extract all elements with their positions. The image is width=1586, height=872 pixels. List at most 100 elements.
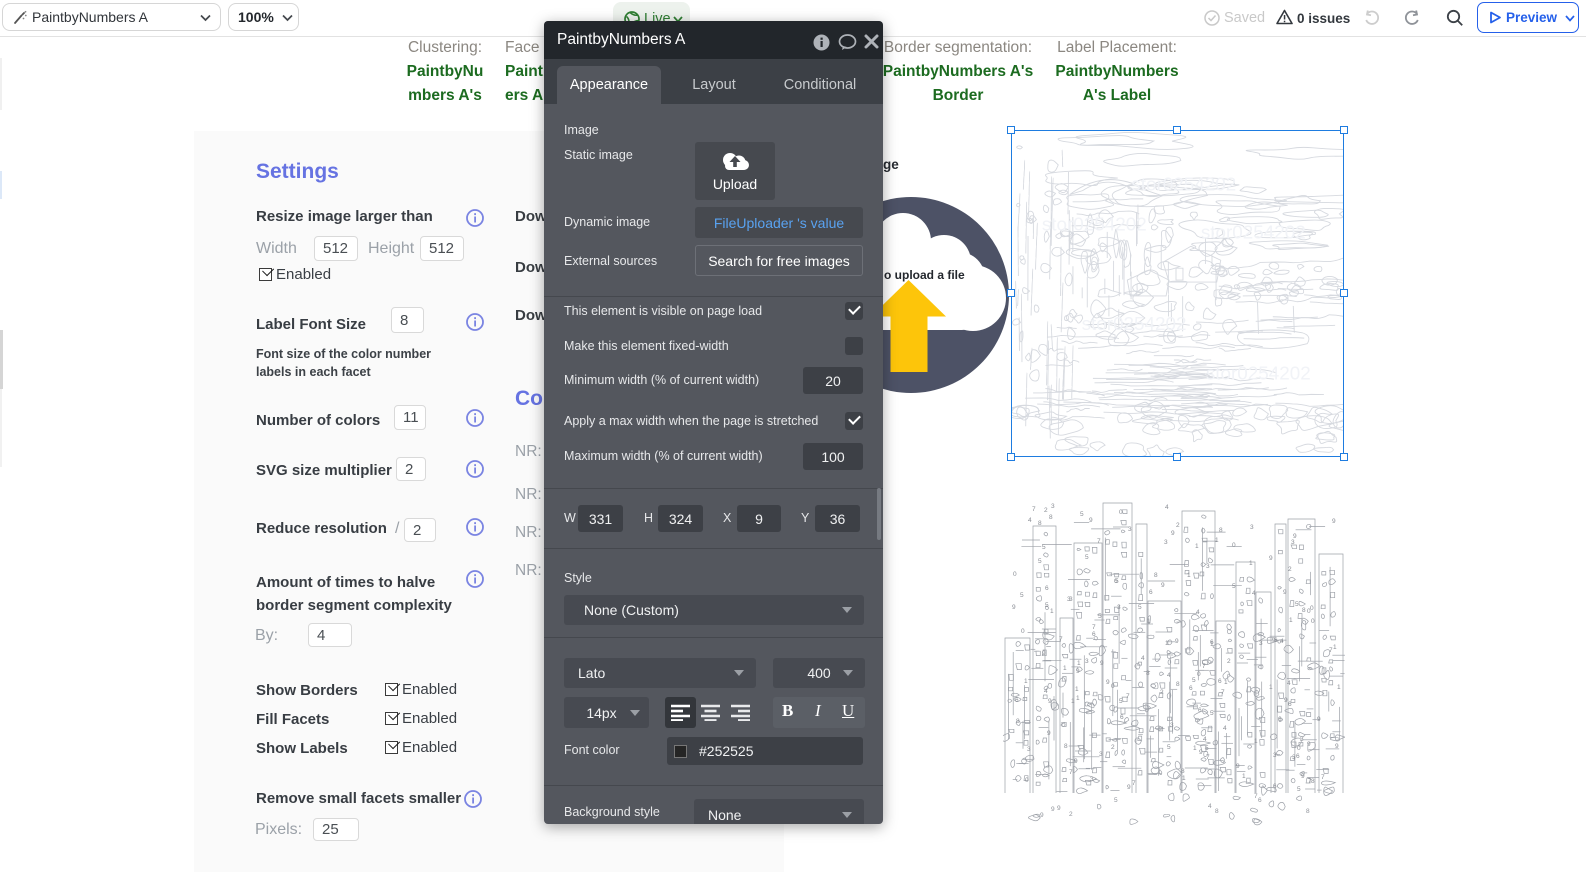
- svg-text:1: 1: [1249, 560, 1253, 567]
- svg-text:9: 9: [1332, 518, 1336, 525]
- svg-text:9: 9: [1051, 806, 1055, 813]
- svg-text:6: 6: [1149, 589, 1153, 596]
- svg-text:5: 5: [1038, 558, 1042, 565]
- svg-text:7: 7: [1097, 538, 1101, 545]
- svg-text:6: 6: [1218, 678, 1222, 685]
- svg-text:7: 7: [1132, 780, 1136, 787]
- svg-text:4: 4: [1196, 609, 1200, 616]
- svg-text:stor0254202: stor0254202: [1082, 314, 1187, 335]
- svg-text:4: 4: [1167, 672, 1171, 679]
- svg-text:9: 9: [1171, 530, 1175, 537]
- svg-text:7: 7: [1202, 663, 1206, 670]
- svg-text:8: 8: [1306, 808, 1310, 815]
- svg-text:1: 1: [1195, 543, 1199, 550]
- svg-text:3: 3: [1099, 751, 1103, 758]
- svg-text:3: 3: [1170, 722, 1174, 729]
- svg-text:9: 9: [1047, 730, 1051, 737]
- svg-text:0: 0: [1013, 571, 1017, 578]
- svg-text:6: 6: [1092, 631, 1096, 638]
- svg-text:3: 3: [1273, 752, 1277, 759]
- svg-text:9: 9: [1042, 650, 1046, 657]
- svg-text:1: 1: [1337, 684, 1341, 691]
- svg-text:3: 3: [1128, 526, 1132, 533]
- svg-text:3: 3: [1027, 746, 1031, 753]
- svg-text:1: 1: [1077, 660, 1081, 667]
- svg-text:8: 8: [1215, 808, 1219, 815]
- svg-text:0: 0: [1307, 608, 1311, 615]
- svg-text:stor0254202: stor0254202: [1042, 214, 1147, 235]
- svg-text:1: 1: [1147, 618, 1151, 625]
- svg-text:7: 7: [1069, 769, 1073, 776]
- svg-text:5: 5: [1042, 544, 1046, 551]
- svg-text:6: 6: [1045, 585, 1049, 592]
- svg-text:2: 2: [1227, 658, 1231, 665]
- svg-text:3: 3: [1259, 640, 1263, 647]
- svg-text:5: 5: [1098, 613, 1102, 620]
- svg-text:2: 2: [1111, 744, 1115, 751]
- svg-text:4: 4: [1208, 803, 1212, 810]
- svg-text:9: 9: [1012, 604, 1016, 611]
- svg-text:1: 1: [1254, 738, 1258, 745]
- svg-text:7: 7: [1032, 506, 1036, 513]
- svg-text:1: 1: [1224, 679, 1228, 686]
- svg-text:2: 2: [1176, 522, 1180, 529]
- svg-text:8: 8: [1181, 768, 1185, 775]
- svg-text:stor0254202: stor0254202: [1206, 363, 1311, 384]
- svg-text:3: 3: [1206, 563, 1210, 570]
- svg-text:6: 6: [1015, 697, 1019, 704]
- svg-text:0: 0: [1297, 745, 1301, 752]
- svg-text:9: 9: [1127, 784, 1131, 791]
- svg-text:1: 1: [1050, 608, 1054, 615]
- svg-text:stor0254202: stor0254202: [1201, 222, 1306, 243]
- svg-text:0: 0: [1119, 509, 1123, 516]
- svg-text:1: 1: [1071, 698, 1075, 705]
- svg-text:8: 8: [1154, 572, 1158, 579]
- svg-text:1: 1: [1289, 617, 1293, 624]
- svg-text:9: 9: [1076, 668, 1080, 675]
- svg-text:5: 5: [1119, 698, 1123, 705]
- svg-text:4: 4: [1141, 655, 1145, 662]
- svg-text:0: 0: [1025, 777, 1029, 784]
- svg-text:1: 1: [1075, 686, 1079, 693]
- svg-text:6: 6: [1120, 714, 1124, 721]
- svg-text:6: 6: [1189, 685, 1193, 692]
- svg-text:4: 4: [1223, 725, 1227, 732]
- svg-text:1: 1: [1333, 644, 1337, 651]
- svg-text:2: 2: [1044, 507, 1048, 514]
- svg-text:9: 9: [1317, 716, 1321, 723]
- svg-text:8: 8: [1038, 520, 1042, 527]
- svg-text:1: 1: [1182, 775, 1186, 782]
- svg-text:6: 6: [1274, 637, 1278, 644]
- svg-text:6: 6: [1278, 716, 1282, 723]
- svg-text:5: 5: [1205, 745, 1209, 752]
- svg-text:3: 3: [1291, 539, 1295, 546]
- svg-text:7: 7: [1321, 774, 1325, 781]
- svg-text:3: 3: [1300, 736, 1304, 743]
- svg-text:9: 9: [1301, 773, 1305, 780]
- svg-text:5: 5: [1295, 601, 1299, 608]
- svg-text:2: 2: [1288, 566, 1292, 573]
- svg-text:1: 1: [1242, 773, 1246, 780]
- svg-text:7: 7: [1126, 693, 1130, 700]
- svg-text:9: 9: [1236, 763, 1240, 770]
- svg-text:3: 3: [1085, 658, 1089, 665]
- svg-text:5: 5: [1045, 602, 1049, 609]
- svg-text:9: 9: [1161, 582, 1165, 589]
- svg-text:1: 1: [1024, 678, 1028, 685]
- svg-text:9: 9: [1074, 758, 1078, 765]
- svg-text:5: 5: [1080, 511, 1084, 518]
- svg-text:8: 8: [1064, 743, 1068, 750]
- svg-text:1: 1: [1215, 537, 1219, 544]
- svg-text:1: 1: [1210, 641, 1214, 648]
- svg-text:5: 5: [1115, 578, 1119, 585]
- svg-text:6: 6: [1296, 753, 1300, 760]
- svg-text:9: 9: [1100, 660, 1104, 667]
- svg-text:5: 5: [1210, 710, 1214, 717]
- svg-text:5: 5: [1232, 583, 1236, 590]
- svg-text:6: 6: [1258, 797, 1262, 804]
- svg-text:4: 4: [1280, 638, 1284, 645]
- svg-text:5: 5: [1138, 604, 1142, 611]
- svg-text:9: 9: [1040, 812, 1044, 819]
- svg-text:3: 3: [1164, 539, 1168, 546]
- svg-text:8: 8: [1302, 607, 1306, 614]
